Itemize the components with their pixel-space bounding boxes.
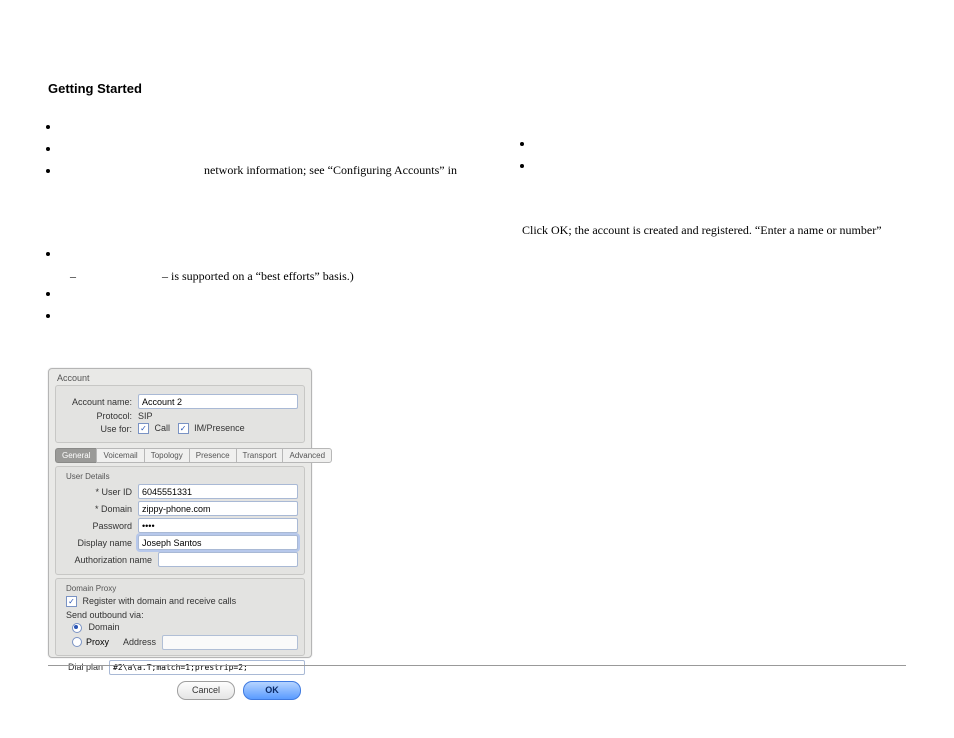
tab-general[interactable]: General: [55, 448, 96, 463]
account-name-input[interactable]: Account 2: [138, 394, 298, 409]
tab-topology[interactable]: Topology: [144, 448, 189, 463]
im-presence-checkbox[interactable]: ✓: [178, 423, 189, 434]
bullet-item: [534, 157, 902, 173]
display-name-input[interactable]: Joseph Santos: [138, 535, 298, 550]
bullet-item: [534, 135, 902, 151]
footer-rule: [48, 665, 906, 666]
indent-fragment: – – is supported on a “best efforts” bas…: [64, 267, 508, 285]
display-name-label: Display name: [62, 538, 138, 548]
account-summary-panel: Account name: Account 2 Protocol: SIP Us…: [55, 385, 305, 443]
right-column: Click OK; the account is created and reg…: [522, 135, 902, 239]
user-id-input[interactable]: 6045551331: [138, 484, 298, 499]
paragraph: Click OK; the account is created and reg…: [522, 221, 902, 239]
outbound-proxy-label: Proxy: [86, 637, 116, 647]
account-dialog: Account Account name: Account 2 Protocol…: [48, 368, 312, 658]
proxy-address-input[interactable]: [162, 635, 298, 650]
account-name-label: Account name:: [62, 397, 138, 407]
tab-bar: General Voicemail Topology Presence Tran…: [55, 448, 305, 463]
ok-button[interactable]: OK: [243, 681, 301, 700]
use-for-label: Use for:: [62, 424, 138, 434]
outbound-domain-radio[interactable]: [72, 623, 82, 633]
protocol-value: SIP: [138, 411, 298, 421]
dialog-title: Account: [49, 369, 311, 385]
cancel-button[interactable]: Cancel: [177, 681, 235, 700]
tab-voicemail[interactable]: Voicemail: [96, 448, 143, 463]
register-checkbox-label: Register with domain and receive calls: [83, 596, 237, 606]
left-column: network information; see “Configuring Ac…: [48, 118, 508, 329]
tab-transport[interactable]: Transport: [236, 448, 283, 463]
domain-proxy-panel: Domain Proxy ✓ Register with domain and …: [55, 578, 305, 656]
domain-label: * Domain: [62, 504, 138, 514]
protocol-label: Protocol:: [62, 411, 138, 421]
user-details-heading: User Details: [66, 472, 298, 481]
register-checkbox[interactable]: ✓: [66, 596, 77, 607]
dial-plan-label: Dial plan: [55, 662, 109, 672]
password-input[interactable]: ••••: [138, 518, 298, 533]
domain-input[interactable]: zippy-phone.com: [138, 501, 298, 516]
call-checkbox[interactable]: ✓: [138, 423, 149, 434]
bullet-item: [60, 140, 508, 156]
authorization-name-label: Authorization name: [62, 555, 158, 565]
call-checkbox-label: Call: [155, 423, 171, 433]
proxy-address-label: Address: [116, 637, 162, 647]
bullet-item: [60, 245, 508, 261]
bullet-item: [60, 285, 508, 301]
user-details-panel: User Details * User ID 6045551331 * Doma…: [55, 466, 305, 575]
im-presence-checkbox-label: IM/Presence: [194, 423, 245, 433]
bullet-item: [60, 307, 508, 323]
password-label: Password: [62, 521, 138, 531]
tab-advanced[interactable]: Advanced: [282, 448, 332, 463]
outbound-proxy-radio[interactable]: [72, 637, 82, 647]
domain-proxy-heading: Domain Proxy: [66, 584, 298, 593]
dial-plan-input[interactable]: #2\a\a.T;match=1;prestrip=2;: [109, 660, 305, 675]
bullet-item: [60, 118, 508, 134]
send-outbound-label: Send outbound via:: [66, 610, 298, 620]
bullet-fragment: network information; see “Configuring Ac…: [204, 163, 457, 177]
page-title: Getting Started: [48, 81, 142, 96]
user-id-label: * User ID: [62, 487, 138, 497]
authorization-name-input[interactable]: [158, 552, 298, 567]
bullet-item: network information; see “Configuring Ac…: [60, 162, 508, 178]
tab-presence[interactable]: Presence: [189, 448, 236, 463]
outbound-domain-label: Domain: [89, 622, 120, 632]
